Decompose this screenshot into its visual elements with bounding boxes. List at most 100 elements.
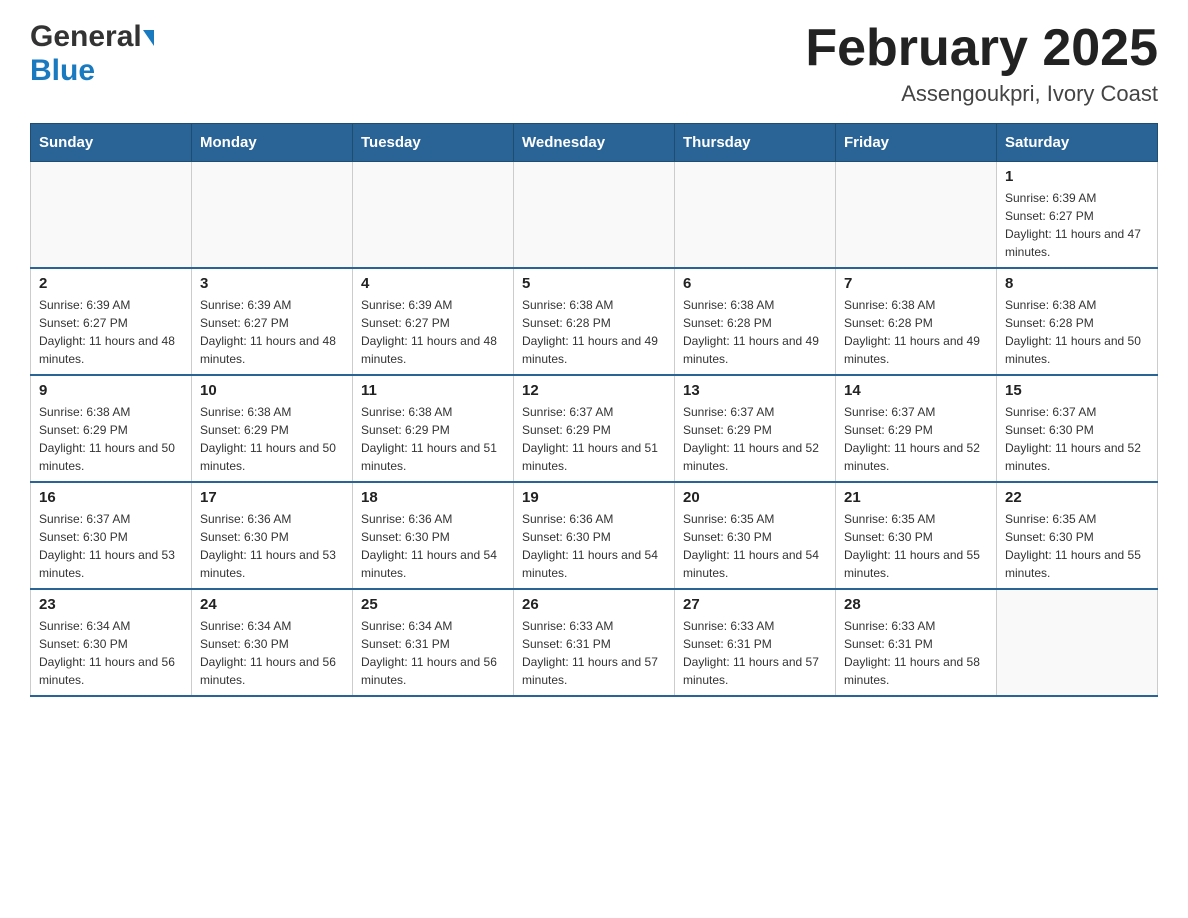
col-sunday: Sunday xyxy=(31,124,192,162)
calendar-cell: 20 Sunrise: 6:35 AMSunset: 6:30 PMDayligh… xyxy=(675,482,836,589)
col-monday: Monday xyxy=(192,124,353,162)
day-number: 20 xyxy=(683,489,827,506)
calendar-cell xyxy=(675,162,836,269)
day-number: 9 xyxy=(39,382,183,399)
col-thursday: Thursday xyxy=(675,124,836,162)
day-number: 15 xyxy=(1005,382,1149,399)
day-info: Sunrise: 6:34 AMSunset: 6:31 PMDaylight:… xyxy=(361,617,505,689)
day-info: Sunrise: 6:38 AMSunset: 6:28 PMDaylight:… xyxy=(1005,296,1149,368)
day-info: Sunrise: 6:38 AMSunset: 6:29 PMDaylight:… xyxy=(200,403,344,475)
day-number: 11 xyxy=(361,382,505,399)
calendar-cell: 19Sunrise: 6:36 AMSunset: 6:30 PMDayligh… xyxy=(514,482,675,589)
calendar-cell xyxy=(836,162,997,269)
day-info: Sunrise: 6:37 AMSunset: 6:29 PMDaylight:… xyxy=(522,403,666,475)
day-number: 26 xyxy=(522,596,666,613)
calendar-cell: 1 Sunrise: 6:39 AMSunset: 6:27 PMDaylight… xyxy=(997,162,1158,269)
day-number: 13 xyxy=(683,382,827,399)
day-number: 17 xyxy=(200,489,344,506)
day-number: 22 xyxy=(1005,489,1149,506)
calendar-cell: 23 Sunrise: 6:34 AMSunset: 6:30 PMDayligh… xyxy=(31,589,192,696)
day-info: Sunrise: 6:38 AMSunset: 6:29 PMDaylight:… xyxy=(361,403,505,475)
calendar-cell: 11 Sunrise: 6:38 AMSunset: 6:29 PMDayligh… xyxy=(353,375,514,482)
day-number: 12 xyxy=(522,382,666,399)
day-number: 21 xyxy=(844,489,988,506)
calendar-cell: 10 Sunrise: 6:38 AMSunset: 6:29 PMDayligh… xyxy=(192,375,353,482)
calendar-week-row: 2 Sunrise: 6:39 AMSunset: 6:27 PMDaylight… xyxy=(31,268,1158,375)
day-number: 8 xyxy=(1005,275,1149,292)
day-info: Sunrise: 6:39 AMSunset: 6:27 PMDaylight:… xyxy=(1005,189,1149,261)
calendar-week-row: 1 Sunrise: 6:39 AMSunset: 6:27 PMDaylight… xyxy=(31,162,1158,269)
calendar-cell: 28 Sunrise: 6:33 AMSunset: 6:31 PMDayligh… xyxy=(836,589,997,696)
col-tuesday: Tuesday xyxy=(353,124,514,162)
day-info: Sunrise: 6:35 AMSunset: 6:30 PMDaylight:… xyxy=(844,510,988,582)
calendar-cell: 13 Sunrise: 6:37 AMSunset: 6:29 PMDayligh… xyxy=(675,375,836,482)
calendar-cell: 5Sunrise: 6:38 AMSunset: 6:28 PMDaylight… xyxy=(514,268,675,375)
calendar-cell: 7 Sunrise: 6:38 AMSunset: 6:28 PMDaylight… xyxy=(836,268,997,375)
day-number: 28 xyxy=(844,596,988,613)
calendar-cell: 24 Sunrise: 6:34 AMSunset: 6:30 PMDayligh… xyxy=(192,589,353,696)
calendar-cell xyxy=(514,162,675,269)
calendar-cell: 2 Sunrise: 6:39 AMSunset: 6:27 PMDaylight… xyxy=(31,268,192,375)
logo-arrow-icon xyxy=(143,30,154,46)
calendar-cell: 18 Sunrise: 6:36 AMSunset: 6:30 PMDayligh… xyxy=(353,482,514,589)
calendar-cell: 26 Sunrise: 6:33 AMSunset: 6:31 PMDayligh… xyxy=(514,589,675,696)
day-number: 23 xyxy=(39,596,183,613)
day-info: Sunrise: 6:35 AMSunset: 6:30 PMDaylight:… xyxy=(683,510,827,582)
day-info: Sunrise: 6:33 AMSunset: 6:31 PMDaylight:… xyxy=(683,617,827,689)
day-info: Sunrise: 6:39 AMSunset: 6:27 PMDaylight:… xyxy=(39,296,183,368)
day-info: Sunrise: 6:39 AMSunset: 6:27 PMDaylight:… xyxy=(361,296,505,368)
day-number: 10 xyxy=(200,382,344,399)
day-info: Sunrise: 6:38 AMSunset: 6:29 PMDaylight:… xyxy=(39,403,183,475)
day-number: 5 xyxy=(522,275,666,292)
calendar-cell: 21 Sunrise: 6:35 AMSunset: 6:30 PMDayligh… xyxy=(836,482,997,589)
logo-area: General Blue xyxy=(30,20,154,88)
day-info: Sunrise: 6:36 AMSunset: 6:30 PMDaylight:… xyxy=(361,510,505,582)
calendar-cell xyxy=(353,162,514,269)
calendar-cell: 27 Sunrise: 6:33 AMSunset: 6:31 PMDayligh… xyxy=(675,589,836,696)
calendar-cell: 14 Sunrise: 6:37 AMSunset: 6:29 PMDayligh… xyxy=(836,375,997,482)
calendar-cell: 16 Sunrise: 6:37 AMSunset: 6:30 PMDayligh… xyxy=(31,482,192,589)
day-number: 7 xyxy=(844,275,988,292)
logo-general-text: General xyxy=(30,20,142,54)
day-number: 6 xyxy=(683,275,827,292)
calendar-week-row: 23 Sunrise: 6:34 AMSunset: 6:30 PMDayligh… xyxy=(31,589,1158,696)
day-info: Sunrise: 6:36 AMSunset: 6:30 PMDaylight:… xyxy=(522,510,666,582)
calendar-header-row: Sunday Monday Tuesday Wednesday Thursday… xyxy=(31,124,1158,162)
col-friday: Friday xyxy=(836,124,997,162)
day-info: Sunrise: 6:37 AMSunset: 6:29 PMDaylight:… xyxy=(844,403,988,475)
calendar-cell: 17 Sunrise: 6:36 AMSunset: 6:30 PMDayligh… xyxy=(192,482,353,589)
logo-blue-text: Blue xyxy=(30,54,95,88)
day-number: 24 xyxy=(200,596,344,613)
day-number: 2 xyxy=(39,275,183,292)
logo-blue-word: Blue xyxy=(30,54,95,87)
day-info: Sunrise: 6:33 AMSunset: 6:31 PMDaylight:… xyxy=(522,617,666,689)
day-info: Sunrise: 6:34 AMSunset: 6:30 PMDaylight:… xyxy=(200,617,344,689)
day-number: 27 xyxy=(683,596,827,613)
page-header: General Blue February 2025 Assengoukpri,… xyxy=(30,20,1158,107)
calendar-cell xyxy=(192,162,353,269)
day-info: Sunrise: 6:35 AMSunset: 6:30 PMDaylight:… xyxy=(1005,510,1149,582)
title-area: February 2025 Assengoukpri, Ivory Coast xyxy=(805,20,1158,107)
calendar-cell: 22 Sunrise: 6:35 AMSunset: 6:30 PMDayligh… xyxy=(997,482,1158,589)
day-info: Sunrise: 6:38 AMSunset: 6:28 PMDaylight:… xyxy=(683,296,827,368)
day-number: 18 xyxy=(361,489,505,506)
day-info: Sunrise: 6:37 AMSunset: 6:30 PMDaylight:… xyxy=(39,510,183,582)
day-number: 1 xyxy=(1005,168,1149,185)
calendar-week-row: 9 Sunrise: 6:38 AMSunset: 6:29 PMDaylight… xyxy=(31,375,1158,482)
day-info: Sunrise: 6:33 AMSunset: 6:31 PMDaylight:… xyxy=(844,617,988,689)
day-info: Sunrise: 6:36 AMSunset: 6:30 PMDaylight:… xyxy=(200,510,344,582)
calendar-cell: 12 Sunrise: 6:37 AMSunset: 6:29 PMDayligh… xyxy=(514,375,675,482)
day-number: 14 xyxy=(844,382,988,399)
calendar-cell xyxy=(31,162,192,269)
calendar-cell: 6 Sunrise: 6:38 AMSunset: 6:28 PMDaylight… xyxy=(675,268,836,375)
calendar-body: 1 Sunrise: 6:39 AMSunset: 6:27 PMDaylight… xyxy=(31,162,1158,697)
day-info: Sunrise: 6:38 AMSunset: 6:28 PMDaylight:… xyxy=(844,296,988,368)
day-number: 4 xyxy=(361,275,505,292)
calendar-cell: 3Sunrise: 6:39 AMSunset: 6:27 PMDaylight… xyxy=(192,268,353,375)
location-subtitle: Assengoukpri, Ivory Coast xyxy=(805,81,1158,107)
calendar-cell: 25Sunrise: 6:34 AMSunset: 6:31 PMDayligh… xyxy=(353,589,514,696)
day-number: 16 xyxy=(39,489,183,506)
day-info: Sunrise: 6:37 AMSunset: 6:29 PMDaylight:… xyxy=(683,403,827,475)
day-info: Sunrise: 6:34 AMSunset: 6:30 PMDaylight:… xyxy=(39,617,183,689)
calendar-table: Sunday Monday Tuesday Wednesday Thursday… xyxy=(30,123,1158,697)
